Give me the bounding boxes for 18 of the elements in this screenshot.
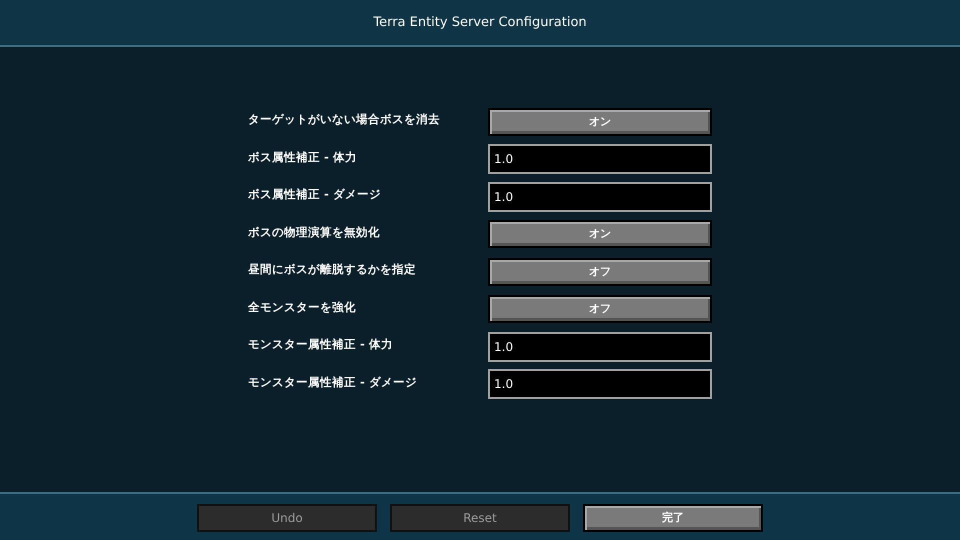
footer-button[interactable]: 完了: [583, 504, 763, 532]
option-label: ターゲットがいない場合ボスを消去: [248, 111, 440, 128]
option-label: ボス属性補正 - ダメージ: [248, 186, 381, 204]
option-label: ボスの物理演算を無効化: [248, 224, 380, 241]
toggle-button[interactable]: オフ: [488, 258, 712, 286]
window-title: Terra Entity Server Configuration: [373, 14, 587, 32]
option-label: モンスター属性補正 - 体力: [248, 336, 393, 354]
option-label: ボス属性補正 - 体力: [248, 148, 357, 166]
number-field[interactable]: 1.0: [488, 182, 712, 212]
number-field[interactable]: 1.0: [488, 369, 712, 400]
number-field[interactable]: 1.0: [488, 144, 712, 174]
toggle-button[interactable]: オフ: [488, 295, 712, 324]
option-label: 昼間にボスが離脱するかを指定: [248, 261, 416, 278]
toggle-button[interactable]: オン: [488, 220, 712, 248]
option-label: 全モンスターを強化: [248, 298, 356, 316]
number-field[interactable]: 1.0: [488, 332, 712, 362]
option-label: モンスター属性補正 - ダメージ: [248, 374, 417, 391]
toggle-button[interactable]: オン: [488, 108, 712, 136]
